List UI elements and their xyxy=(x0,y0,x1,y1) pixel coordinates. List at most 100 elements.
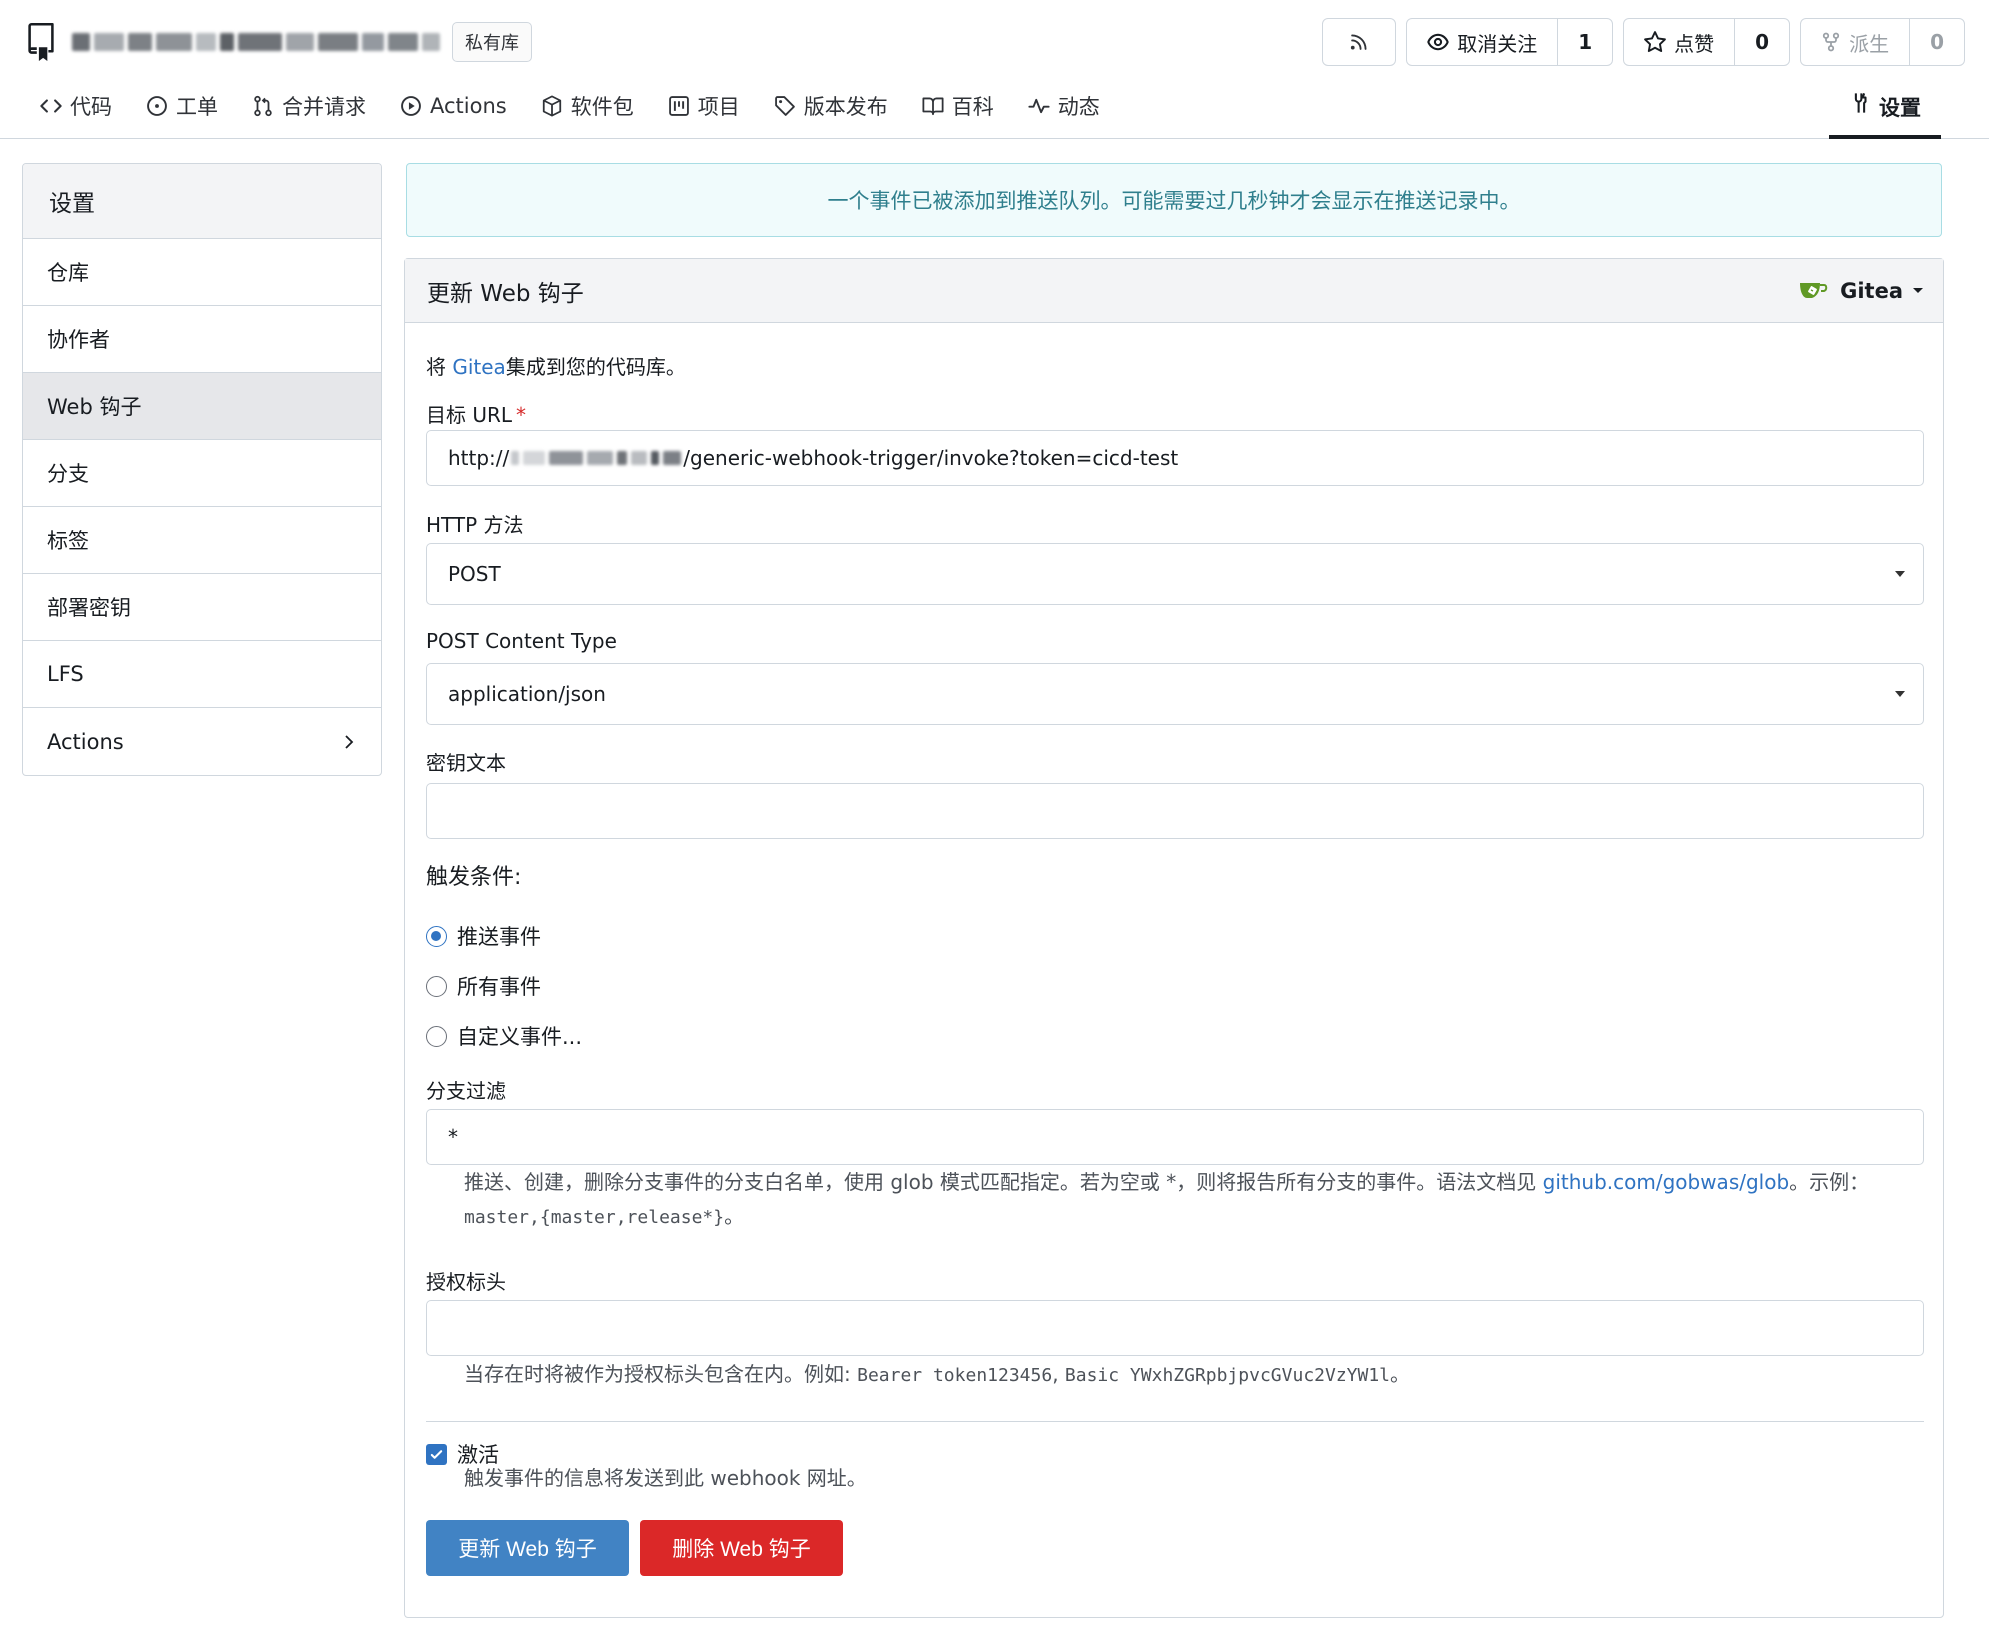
sidebar-item-branches[interactable]: 分支 xyxy=(23,440,381,507)
tab-projects[interactable]: 项目 xyxy=(668,84,740,128)
auth-help-separator: , xyxy=(1052,1362,1065,1386)
unwatch-button[interactable]: 取消关注 1 xyxy=(1406,18,1614,66)
sidebar-item-deploy-keys[interactable]: 部署密钥 xyxy=(23,574,381,641)
auth-header-label: 授权标头 xyxy=(426,1270,506,1294)
tab-actions[interactable]: Actions xyxy=(400,84,507,128)
target-url-host-redacted xyxy=(511,451,682,465)
content-type-value: application/json xyxy=(448,682,606,706)
unwatch-label: 取消关注 xyxy=(1457,31,1538,56)
trigger-custom-radio[interactable]: 自定义事件... xyxy=(426,1021,582,1051)
active-checkbox[interactable] xyxy=(426,1443,447,1465)
sidebar-item-label: 协作者 xyxy=(47,328,110,352)
branch-filter-input[interactable]: * xyxy=(426,1109,1924,1165)
radio-unchecked[interactable] xyxy=(426,1025,447,1047)
issue-icon xyxy=(147,96,167,116)
content-type-select[interactable]: application/json xyxy=(426,663,1924,725)
target-url-suffix: /generic-webhook-trigger/invoke?token=ci… xyxy=(683,446,1179,470)
trigger-all-radio[interactable]: 所有事件 xyxy=(426,971,541,1001)
fork-button[interactable]: 派生 0 xyxy=(1800,18,1965,66)
tab-packages[interactable]: 软件包 xyxy=(541,84,634,128)
star-button[interactable]: 点赞 0 xyxy=(1623,18,1791,66)
repo-name-redacted[interactable] xyxy=(72,27,440,57)
sidebar-item-collaborators[interactable]: 协作者 xyxy=(23,306,381,373)
sidebar-item-actions[interactable]: Actions xyxy=(23,708,381,775)
divider xyxy=(426,1421,1924,1422)
chevron-down-icon xyxy=(1913,288,1923,293)
star-icon xyxy=(1644,31,1667,53)
secret-input[interactable] xyxy=(426,783,1924,839)
panel-header: 更新 Web 钩子 Gitea xyxy=(405,259,1943,323)
gitea-link[interactable]: Gitea xyxy=(452,355,505,379)
fork-icon xyxy=(1822,32,1840,52)
content-type-label: POST Content Type xyxy=(426,629,617,653)
update-webhook-button[interactable]: 更新 Web 钩子 xyxy=(426,1520,629,1576)
sidebar-item-label: 部署密钥 xyxy=(47,596,131,620)
chevron-down-icon xyxy=(1895,691,1905,697)
sidebar-item-label: Web 钩子 xyxy=(47,395,142,419)
sidebar-item-repository[interactable]: 仓库 xyxy=(23,239,381,306)
rss-icon xyxy=(1351,34,1367,50)
target-url-label: 目标 URL * xyxy=(426,399,526,428)
watch-count[interactable]: 1 xyxy=(1557,19,1612,65)
tab-label: Actions xyxy=(430,94,507,118)
branch-help-example: master,{master,release*} xyxy=(464,1207,725,1228)
tab-label: 软件包 xyxy=(570,95,634,119)
http-method-select[interactable]: POST xyxy=(426,543,1924,605)
code-icon xyxy=(40,99,62,113)
branch-filter-help: 推送、创建，删除分支事件的分支白名单，使用 glob 模式匹配指定。若为空或 *… xyxy=(464,1165,1934,1235)
http-method-label: HTTP 方法 xyxy=(426,513,524,537)
tab-issues[interactable]: 工单 xyxy=(146,84,218,128)
branch-filter-value: * xyxy=(448,1125,458,1149)
sidebar-item-label: 仓库 xyxy=(47,261,89,285)
tab-label: 动态 xyxy=(1057,95,1100,119)
tab-activity[interactable]: 动态 xyxy=(1028,84,1100,128)
sidebar-item-label: 分支 xyxy=(47,462,89,486)
tab-label: 工单 xyxy=(176,95,218,119)
fork-count[interactable]: 0 xyxy=(1909,19,1964,65)
sidebar-item-lfs[interactable]: LFS xyxy=(23,641,381,708)
repo-title-row: 私有库 xyxy=(24,18,532,66)
tab-settings[interactable]: 设置 xyxy=(1829,84,1941,139)
http-method-value: POST xyxy=(448,562,501,586)
sidebar-item-webhooks[interactable]: Web 钩子 xyxy=(23,373,381,440)
active-help: 触发事件的信息将发送到此 webhook 网址。 xyxy=(464,1466,867,1490)
auth-header-input[interactable] xyxy=(426,1300,1924,1356)
flash-info-message: 一个事件已被添加到推送队列。可能需要过几秒钟才会显示在推送记录中。 xyxy=(406,163,1942,237)
chevron-right-icon xyxy=(345,734,354,749)
target-url-prefix: http:// xyxy=(448,446,510,470)
repo-header: 私有库 取消关注 1 点赞 0 派生 0 代码 工单 合并请求 Actions … xyxy=(0,0,1989,139)
radio-unchecked[interactable] xyxy=(426,975,447,997)
branch-help-end: 。 xyxy=(724,1204,745,1228)
book-icon xyxy=(922,97,944,116)
pull-request-icon xyxy=(254,95,272,117)
tab-settings-label: 设置 xyxy=(1879,96,1921,120)
auth-help-example-bearer: Bearer token123456 xyxy=(857,1365,1053,1386)
tab-label: 合并请求 xyxy=(282,95,366,119)
sidebar-item-tags[interactable]: 标签 xyxy=(23,507,381,574)
auth-help-example-basic: Basic YWxhZGRpbjpvcGVuc2VzYW1l xyxy=(1064,1365,1391,1386)
tab-code[interactable]: 代码 xyxy=(40,84,112,128)
glob-docs-link[interactable]: github.com/gobwas/glob xyxy=(1543,1170,1790,1194)
tab-wiki[interactable]: 百科 xyxy=(922,84,994,128)
secret-label: 密钥文本 xyxy=(426,751,506,775)
play-icon xyxy=(401,96,421,116)
sidebar-item-label: 标签 xyxy=(47,529,89,553)
eye-icon xyxy=(1427,33,1449,51)
tab-pull-requests[interactable]: 合并请求 xyxy=(252,84,366,128)
webhook-type-dropdown[interactable]: Gitea xyxy=(1798,279,1923,303)
intro-suffix: 集成到您的代码库。 xyxy=(505,355,686,379)
star-count[interactable]: 0 xyxy=(1734,19,1789,65)
check-icon xyxy=(430,1449,443,1459)
tab-releases[interactable]: 版本发布 xyxy=(774,84,888,128)
tab-label: 代码 xyxy=(70,95,112,119)
trigger-push-radio[interactable]: 推送事件 xyxy=(426,921,541,951)
radio-checked[interactable] xyxy=(426,925,447,947)
intro-prefix: 将 xyxy=(426,355,453,379)
target-url-input[interactable]: http:// /generic-webhook-trigger/invoke?… xyxy=(426,430,1924,486)
delete-webhook-button[interactable]: 删除 Web 钩子 xyxy=(640,1520,843,1576)
webhook-panel: 更新 Web 钩子 Gitea 将 Gitea集成到您的代码库。 目标 URL *… xyxy=(404,258,1944,1618)
star-label: 点赞 xyxy=(1674,31,1715,56)
pulse-icon xyxy=(1028,98,1050,114)
rss-button[interactable] xyxy=(1322,18,1397,66)
gitea-logo-icon xyxy=(1800,282,1828,298)
